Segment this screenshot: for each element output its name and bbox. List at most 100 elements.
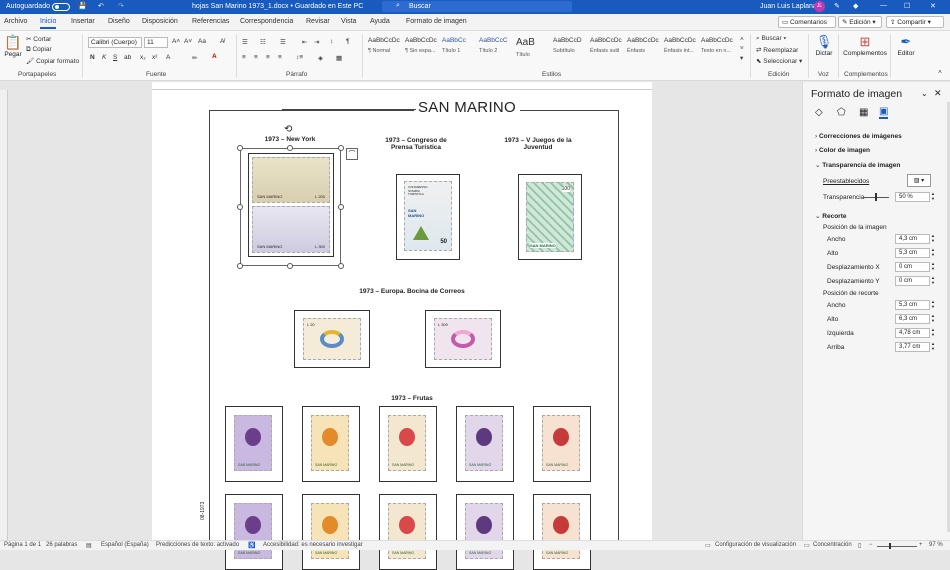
format-painter-button[interactable]: 🖌 Copiar formato [26, 57, 79, 65]
font-size-select[interactable]: 11 [144, 37, 168, 48]
style-item[interactable]: AaBbCcDc Énfasis sutil [588, 37, 624, 65]
status-predictions[interactable]: Predicciones de texto: activado [156, 542, 239, 548]
strike-button[interactable]: ab [124, 54, 131, 61]
styles-scroll-up-icon[interactable]: ˄ [740, 36, 744, 43]
multilevel-icon[interactable]: ☰ [280, 38, 286, 46]
style-item[interactable]: AaB Título [514, 37, 550, 65]
style-item[interactable]: AaBbCcDc Texto en n... [699, 37, 735, 65]
resize-handle[interactable] [338, 263, 344, 269]
accessibility-icon[interactable]: ♿ [248, 542, 255, 549]
status-language[interactable]: Español (España) [101, 542, 149, 548]
zoom-out-icon[interactable]: − [869, 542, 873, 548]
align-left-icon[interactable]: ≡ [242, 54, 246, 61]
grow-font-icon[interactable]: A˄ [172, 38, 180, 45]
paste-button[interactable]: 📋 Pegar [4, 34, 22, 58]
cut-button[interactable]: ✂ Cortar [26, 35, 51, 43]
undo-icon[interactable]: ↶ [98, 2, 104, 10]
spinner-icon[interactable]: ▲ ▼ [931, 233, 935, 243]
field-input[interactable]: 3,77 cm [895, 342, 930, 352]
underline-button[interactable]: S [113, 54, 117, 61]
save-icon[interactable]: 💾 [78, 2, 87, 10]
styles-scroll-down-icon[interactable]: ˅ [740, 45, 744, 52]
status-page[interactable]: Página 1 de 1 [4, 542, 41, 548]
status-accessibility[interactable]: Accesibilidad: es necesario investigar [263, 542, 363, 548]
resize-handle[interactable] [338, 204, 344, 210]
close-icon[interactable]: ✕ [930, 2, 936, 10]
field-input[interactable]: 4,78 cm [895, 328, 930, 338]
zoom-level[interactable]: 97 % [929, 542, 943, 548]
transparency-input[interactable]: 50 % [895, 192, 930, 202]
borders-icon[interactable]: ▦ [336, 54, 342, 62]
field-input[interactable]: 5,3 cm [895, 300, 930, 310]
tab-correspondencia[interactable]: Correspondencia [240, 18, 293, 25]
document-page[interactable]: SAN MARINO 1973 – New York ⟲ SAN MARINO … [152, 90, 652, 570]
pane-close-icon[interactable]: ✕ [934, 88, 942, 99]
effects-icon[interactable]: ⬠ [837, 107, 846, 118]
zoom-in-icon[interactable]: + [919, 542, 923, 548]
collapse-ribbon-icon[interactable]: ˄ [938, 69, 942, 76]
status-display-settings[interactable]: Configuración de visualización [715, 542, 796, 548]
style-item[interactable]: AaBbCcDc ¶ Sin espa... [403, 37, 439, 65]
tab-formato-de-imagen[interactable]: Formato de imagen [406, 18, 467, 25]
comments-button[interactable]: ▭ Comentarios [778, 16, 836, 28]
tab-revisar[interactable]: Revisar [306, 18, 330, 25]
editor-button[interactable]: ✒ Editor [894, 34, 918, 57]
proofing-icon[interactable]: ▤ [86, 542, 92, 549]
font-color-icon[interactable]: A [212, 53, 217, 60]
resize-handle[interactable] [237, 263, 243, 269]
autosave-toggle[interactable] [52, 3, 70, 11]
display-settings-icon[interactable]: ▭ [705, 542, 711, 549]
transparency-slider-thumb[interactable] [875, 193, 877, 201]
tab-archivo[interactable]: Archivo [4, 18, 27, 25]
tab-vista[interactable]: Vista [341, 18, 356, 25]
tab-disposición[interactable]: Disposición [142, 18, 178, 25]
layout-options-icon[interactable]: ⌒ [346, 148, 358, 160]
text-effects-icon[interactable]: A [166, 54, 170, 61]
spinner-icon[interactable]: ▲ ▼ [931, 275, 935, 285]
style-item[interactable]: AaBbCcDc Énfasis [625, 37, 661, 65]
status-focus[interactable]: Concentración [813, 542, 852, 548]
field-input[interactable]: 6,3 cm [895, 314, 930, 324]
bullets-icon[interactable]: ☰ [242, 38, 248, 46]
numbering-icon[interactable]: ☷ [260, 38, 266, 46]
superscript-button[interactable]: x² [152, 54, 157, 61]
pane-options-icon[interactable]: ⌄ [921, 89, 928, 98]
tab-diseño[interactable]: Diseño [108, 18, 130, 25]
clear-format-icon[interactable]: A̸ [220, 38, 224, 45]
user-name[interactable]: Juan Luis Laplana [760, 3, 817, 10]
resize-handle[interactable] [237, 204, 243, 210]
maximize-icon[interactable]: ☐ [904, 2, 910, 10]
designer-icon[interactable]: ✎ [834, 2, 840, 10]
copy-button[interactable]: ⧉ Copiar [26, 46, 52, 54]
find-button[interactable]: ⌕ Buscar ▾ [756, 35, 786, 43]
fill-line-icon[interactable]: ◇ [815, 107, 823, 118]
change-case-icon[interactable]: Aa [198, 38, 206, 45]
editing-mode-button[interactable]: ✎ Edición ▾ [838, 16, 882, 28]
justify-icon[interactable]: ≡ [278, 54, 282, 61]
align-center-icon[interactable]: ≡ [254, 54, 258, 61]
replace-button[interactable]: ⇄ Reemplazar [756, 46, 798, 54]
avatar[interactable]: JL [814, 1, 825, 12]
minimize-icon[interactable]: — [880, 2, 887, 9]
spinner-icon[interactable]: ▲ ▼ [931, 327, 935, 337]
dictate-button[interactable]: 🎙 Dictar [814, 34, 834, 57]
highlight-icon[interactable]: ✏ [192, 54, 197, 62]
styles-more-icon[interactable]: ▾ [740, 54, 743, 62]
shrink-font-icon[interactable]: A˅ [184, 38, 192, 45]
pilcrow-icon[interactable]: ¶ [346, 38, 350, 45]
section-color[interactable]: › Color de imagen [815, 147, 870, 154]
field-input[interactable]: 0 cm [895, 262, 930, 272]
share-button[interactable]: ⇪ Compartir ▾ [886, 16, 944, 28]
font-family-select[interactable]: Calibri (Cuerpo) [88, 37, 142, 48]
align-right-icon[interactable]: ≡ [266, 54, 270, 61]
bold-button[interactable]: N [90, 54, 95, 61]
focus-icon[interactable]: ▭ [804, 542, 810, 549]
spinner-icon[interactable]: ▲ ▼ [931, 341, 935, 351]
resize-handle[interactable] [287, 145, 293, 151]
section-transparency[interactable]: ⌄ Transparencia de imagen [815, 161, 900, 169]
picture-icon[interactable]: ▣ [879, 106, 889, 119]
vertical-ruler[interactable] [0, 90, 8, 540]
field-input[interactable]: 0 cm [895, 276, 930, 286]
section-crop[interactable]: ⌄ Recorte [815, 212, 846, 220]
section-corrections[interactable]: › Correcciones de imágenes [815, 133, 902, 140]
